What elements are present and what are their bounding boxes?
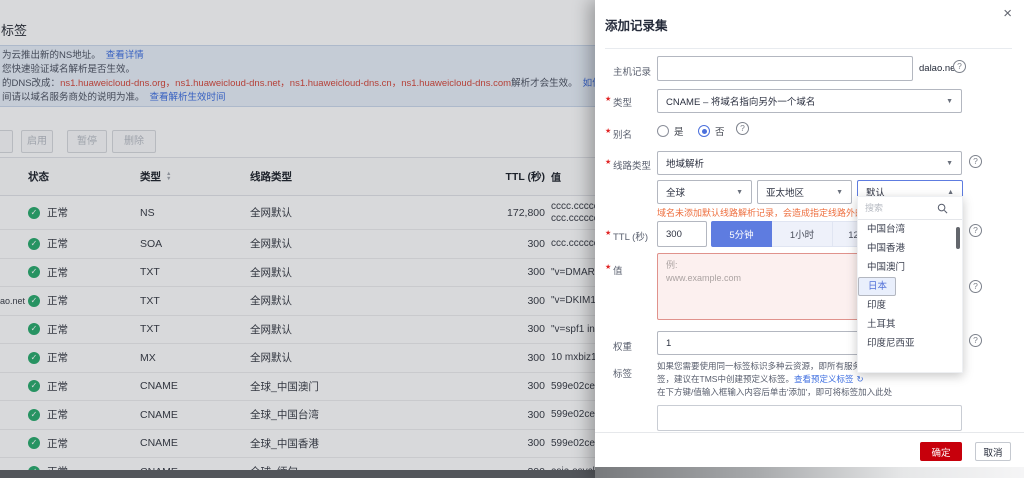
radio-icon: [698, 125, 710, 137]
ttl-1hour-button[interactable]: 1小时: [772, 221, 833, 247]
footer-divider: [595, 432, 1024, 433]
chevron-down-icon: [946, 98, 953, 105]
alias-label: 别名: [613, 127, 632, 141]
dropdown-search: [858, 197, 962, 220]
help-icon[interactable]: [969, 224, 982, 237]
value-label: 值: [613, 263, 623, 277]
chevron-up-icon: [947, 189, 954, 196]
tags-label: 标签: [613, 366, 632, 380]
dropdown-search-input[interactable]: [865, 203, 937, 213]
help-icon[interactable]: [969, 280, 982, 293]
chevron-down-icon: [946, 160, 953, 167]
alias-yes-radio[interactable]: 是: [657, 124, 684, 138]
region-dropdown-panel: 中国台湾 中国香港 中国澳门 日本 韩国 印度 土耳其 印度尼西亚: [857, 196, 963, 373]
dropdown-item[interactable]: 印度: [858, 296, 962, 315]
ttl-5min-button[interactable]: 5分钟: [711, 221, 772, 247]
cancel-button[interactable]: 取消: [975, 442, 1011, 461]
dropdown-item[interactable]: 中国香港: [858, 239, 962, 258]
type-label: 类型: [613, 95, 632, 109]
divider: [605, 48, 1012, 49]
chevron-down-icon: [836, 189, 843, 196]
scrollbar-thumb[interactable]: [956, 227, 960, 249]
refresh-icon[interactable]: [856, 374, 863, 384]
type-select[interactable]: CNAME – 将域名指向另外一个域名: [657, 89, 962, 113]
line-type-select[interactable]: 地域解析: [657, 151, 962, 175]
search-icon: [937, 203, 948, 214]
ttl-label: TTL (秒): [613, 229, 648, 243]
dropdown-item[interactable]: 中国台湾: [858, 220, 962, 239]
region-level2-select[interactable]: 亚太地区: [757, 180, 852, 204]
screen: 标签 为云推出新的NS地址。查看详情 您快速验证域名解析是否生效。 的DNS改成…: [0, 0, 1024, 478]
weight-label: 权重: [613, 339, 632, 353]
dropdown-item-selected[interactable]: 日本: [858, 277, 896, 296]
alias-no-radio[interactable]: 否: [698, 124, 725, 138]
modal-title: 添加记录集: [605, 15, 668, 34]
help-icon[interactable]: [736, 122, 749, 135]
tag-key-input[interactable]: [657, 405, 962, 431]
help-icon[interactable]: [969, 155, 982, 168]
chevron-down-icon: [736, 189, 743, 196]
dropdown-item[interactable]: 中国澳门: [858, 258, 962, 277]
add-recordset-modal: 添加记录集 主机记录 dalao.net 类型 CNAME – 将域名指向另外一…: [595, 0, 1024, 478]
radio-icon: [657, 125, 669, 137]
region-level1-select[interactable]: 全球: [657, 180, 752, 204]
host-record-label: 主机记录: [613, 64, 651, 78]
help-icon[interactable]: [969, 334, 982, 347]
close-icon[interactable]: [1003, 5, 1012, 22]
host-record-input[interactable]: [657, 56, 913, 81]
view-predefined-tags-link[interactable]: 查看预定义标签: [794, 374, 854, 384]
confirm-button[interactable]: 确定: [920, 442, 962, 461]
modal-bottom-strip: [595, 467, 1024, 478]
help-icon[interactable]: [953, 60, 966, 73]
dropdown-item[interactable]: 印度尼西亚: [858, 334, 962, 353]
dropdown-item[interactable]: 土耳其: [858, 315, 962, 334]
line-type-label: 线路类型: [613, 158, 651, 172]
ttl-input[interactable]: [657, 221, 707, 247]
